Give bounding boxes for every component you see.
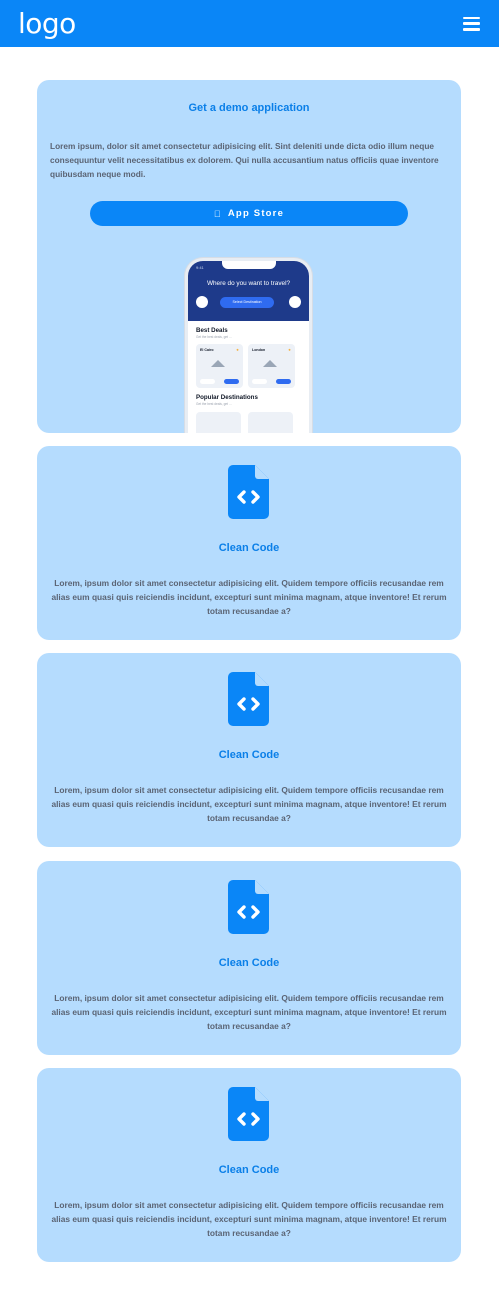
phone-destination-card [248, 412, 293, 433]
phone-search-icon [289, 296, 301, 308]
code-file-icon [228, 465, 269, 519]
phone-deal-city: London [252, 348, 266, 352]
feature-title: Clean Code [218, 1164, 280, 1176]
feature-title: Clean Code [218, 957, 280, 969]
hamburger-menu-icon[interactable] [463, 16, 480, 31]
feature-text: Lorem, ipsum dolor sit amet consectetur … [51, 785, 447, 823]
star-icon: ★ [235, 348, 239, 352]
logo[interactable]: logo [18, 9, 76, 38]
feature-text: Lorem, ipsum dolor sit amet consectetur … [51, 578, 447, 616]
feature-text: Lorem, ipsum dolor sit amet consectetur … [51, 993, 447, 1031]
app-store-label: App Store [223, 208, 283, 219]
header: logo [0, 0, 499, 47]
code-file-icon [228, 1087, 269, 1141]
feature-card: Clean Code Lorem, ipsum dolor sit amet c… [37, 1068, 461, 1262]
demo-description: Lorem ipsum, dolor sit amet consectetur … [50, 141, 439, 179]
phone-deal-card: London ★ [248, 344, 295, 388]
feature-card: Clean Code Lorem, ipsum dolor sit amet c… [37, 653, 461, 847]
phone-question: Where do you want to travel? [206, 280, 291, 287]
feature-text: Lorem, ipsum dolor sit amet consectetur … [51, 1200, 447, 1238]
feature-card: Clean Code Lorem, ipsum dolor sit amet c… [37, 446, 461, 640]
phone-deal-city: El Cairo [200, 348, 214, 352]
feature-card: Clean Code Lorem, ipsum dolor sit amet c… [37, 861, 461, 1055]
demo-title: Get a demo application [188, 102, 310, 114]
phone-time: 9:41 [196, 265, 204, 270]
code-file-icon [228, 880, 269, 934]
phone-deal-card: El Cairo ★ [196, 344, 243, 388]
code-file-icon [228, 672, 269, 726]
phone-mockup: 9:41 Where do you want to travel? Select… [185, 258, 312, 433]
demo-card: Get a demo application Lorem ipsum, dolo… [37, 80, 461, 433]
phone-select: Select Destination [220, 297, 274, 308]
app-store-button[interactable]:  App Store [90, 201, 408, 226]
star-icon: ★ [287, 348, 291, 352]
mountain-icon [263, 360, 277, 367]
apple-icon:  [214, 209, 222, 219]
mountain-icon [211, 360, 225, 367]
phone-section-deals: Best Deals [196, 327, 228, 334]
phone-section-popular: Popular Destinations [196, 394, 258, 401]
feature-title: Clean Code [218, 542, 280, 554]
phone-destination-card [196, 412, 241, 433]
feature-title: Clean Code [218, 749, 280, 761]
phone-filter-icon [196, 296, 208, 308]
